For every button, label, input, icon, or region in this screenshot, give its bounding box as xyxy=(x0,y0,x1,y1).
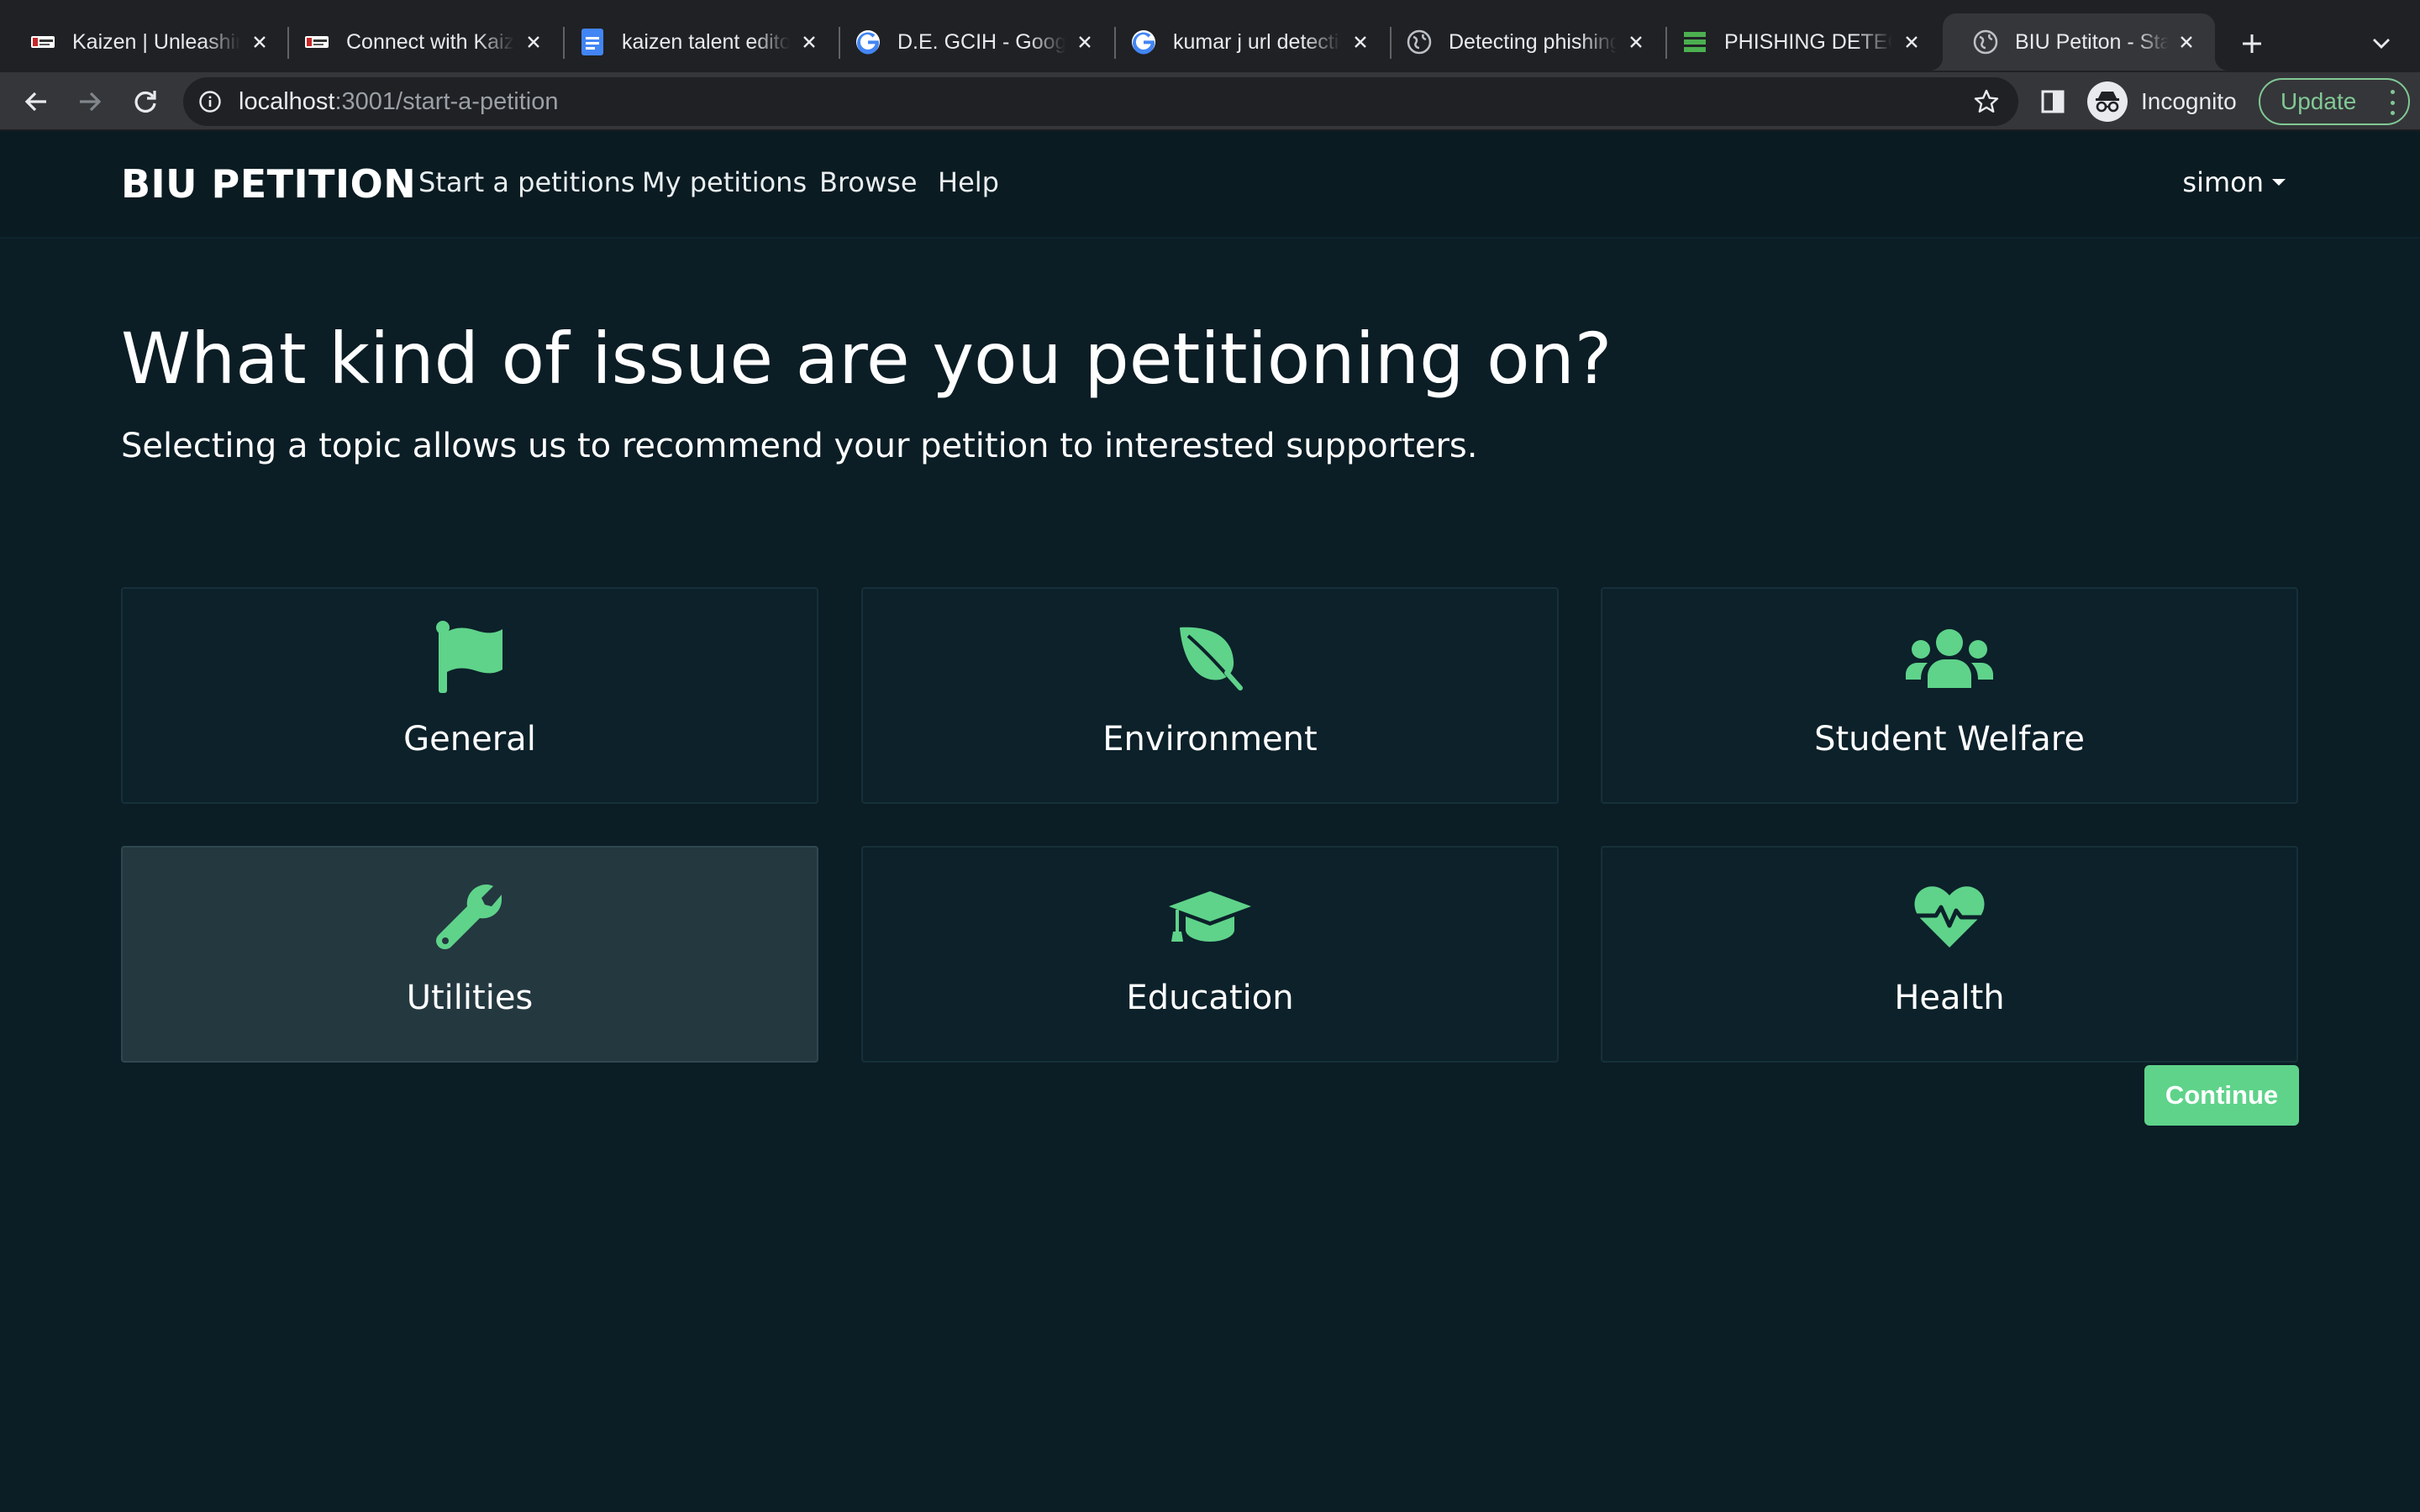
wrench-icon xyxy=(424,878,516,955)
tab-title: kaizen talent editor xyxy=(622,29,790,54)
topic-card-environment[interactable]: Environment xyxy=(861,587,1559,804)
page-subtitle: Selecting a topic allows us to recommend… xyxy=(121,427,1478,465)
new-tab-button[interactable] xyxy=(2232,25,2272,62)
browser-tab[interactable]: Connect with Kaizen xyxy=(274,13,563,71)
topic-card-utilities[interactable]: Utilities xyxy=(121,846,818,1063)
chevron-down-icon xyxy=(2373,39,2390,49)
close-icon[interactable] xyxy=(521,29,546,55)
nav-link-help[interactable]: Help xyxy=(938,166,999,198)
topic-card-education[interactable]: Education xyxy=(861,846,1559,1063)
more-vert-icon[interactable] xyxy=(2388,90,2396,115)
continue-button[interactable]: Continue xyxy=(2144,1065,2299,1126)
nav-link-my-petitions[interactable]: My petitions xyxy=(642,166,807,198)
close-icon[interactable] xyxy=(247,29,272,55)
google-icon xyxy=(855,29,881,55)
nav-link-browse[interactable]: Browse xyxy=(819,166,918,198)
browser-toolbar: localhost:3001/start-a-petition Incognit… xyxy=(0,72,2420,131)
incognito-icon xyxy=(2087,81,2128,122)
close-icon[interactable] xyxy=(1348,29,1373,55)
browser-tab[interactable]: Detecting phishing xyxy=(1376,13,1665,71)
kaizen-logo-icon xyxy=(30,29,55,55)
users-icon xyxy=(1903,619,1996,696)
page-title: What kind of issue are you petitioning o… xyxy=(121,318,1612,400)
incognito-profile-chip[interactable]: Incognito xyxy=(2087,79,2237,124)
user-dropdown[interactable]: simon xyxy=(2182,166,2286,198)
google-docs-icon xyxy=(580,29,605,55)
browser-tab[interactable]: kumar j url detection xyxy=(1101,13,1390,71)
forward-button[interactable] xyxy=(69,81,111,123)
nav-link-start-petition[interactable]: Start a petitions xyxy=(418,166,635,198)
tab-title: PHISHING DETECTION xyxy=(1724,29,1892,54)
browser-tab-active[interactable]: BIU Petiton - Start xyxy=(1929,13,2228,71)
continue-label: Continue xyxy=(2165,1080,2279,1110)
arrow-right-icon xyxy=(80,92,102,112)
tab-title: Connect with Kaizen xyxy=(346,29,514,54)
tab-title: D.E. GCIH - Google xyxy=(897,29,1065,54)
caret-down-icon xyxy=(2272,179,2286,186)
close-icon[interactable] xyxy=(2175,29,2198,55)
update-button[interactable]: Update xyxy=(2259,78,2410,125)
tab-title: kumar j url detection xyxy=(1173,29,1341,54)
leaf-icon xyxy=(1164,619,1256,696)
address-bar[interactable]: localhost:3001/start-a-petition xyxy=(183,77,2018,126)
close-icon[interactable] xyxy=(1899,29,1924,55)
incognito-label: Incognito xyxy=(2141,88,2237,114)
tab-title: Kaizen | Unleashing xyxy=(72,29,240,54)
flag-icon xyxy=(424,619,516,696)
topic-label: Education xyxy=(1126,979,1294,1017)
reload-icon xyxy=(134,91,156,113)
info-icon[interactable] xyxy=(197,88,224,115)
star-icon[interactable] xyxy=(1971,87,2002,117)
browser-tab-strip: Kaizen | Unleashing Connect with Kaizen … xyxy=(0,0,2420,72)
url-host: localhost xyxy=(239,88,335,115)
browser-tab[interactable]: D.E. GCIH - Google xyxy=(825,13,1114,71)
browser-tab[interactable]: Kaizen | Unleashing xyxy=(0,13,289,71)
tab-title: Detecting phishing xyxy=(1449,29,1617,54)
url-text[interactable]: localhost:3001/start-a-petition xyxy=(239,88,558,115)
spam-icon xyxy=(1682,29,1707,55)
url-path: :3001/start-a-petition xyxy=(334,88,559,115)
heartbeat-icon xyxy=(1903,878,1996,955)
close-icon[interactable] xyxy=(1623,29,1649,55)
globe-icon xyxy=(1407,29,1432,55)
site-navbar: BIU PETITION Start a petitions My petiti… xyxy=(0,131,2420,239)
close-icon[interactable] xyxy=(1072,29,1097,55)
topic-label: Health xyxy=(1894,979,2005,1017)
side-panel-button[interactable] xyxy=(2032,81,2074,123)
arrow-left-icon xyxy=(24,92,46,112)
user-name: simon xyxy=(2182,166,2264,198)
topic-label: Student Welfare xyxy=(1814,720,2085,759)
close-icon[interactable] xyxy=(797,29,822,55)
graduation-cap-icon xyxy=(1164,878,1256,955)
browser-tab[interactable]: PHISHING DETECTION xyxy=(1652,13,1941,71)
kaizen-logo-icon xyxy=(304,29,329,55)
browser-tab[interactable]: kaizen talent editor xyxy=(550,13,839,71)
google-icon xyxy=(1131,29,1156,55)
topic-label: Utilities xyxy=(406,979,534,1017)
topic-card-general[interactable]: General xyxy=(121,587,818,804)
topic-card-student-welfare[interactable]: Student Welfare xyxy=(1601,587,2298,804)
plus-icon xyxy=(2243,34,2261,53)
globe-icon xyxy=(1973,29,1998,55)
brand-logo[interactable]: BIU PETITION xyxy=(121,161,416,207)
reload-button[interactable] xyxy=(124,81,166,123)
back-button[interactable] xyxy=(15,81,57,123)
tab-title: BIU Petiton - Start xyxy=(2015,29,2169,54)
topic-label: Environment xyxy=(1102,720,1318,759)
side-panel-icon xyxy=(2041,90,2065,113)
update-label: Update xyxy=(2281,88,2357,114)
topic-label: General xyxy=(403,720,536,759)
tab-search-button[interactable] xyxy=(2363,25,2400,62)
topic-card-health[interactable]: Health xyxy=(1601,846,2298,1063)
